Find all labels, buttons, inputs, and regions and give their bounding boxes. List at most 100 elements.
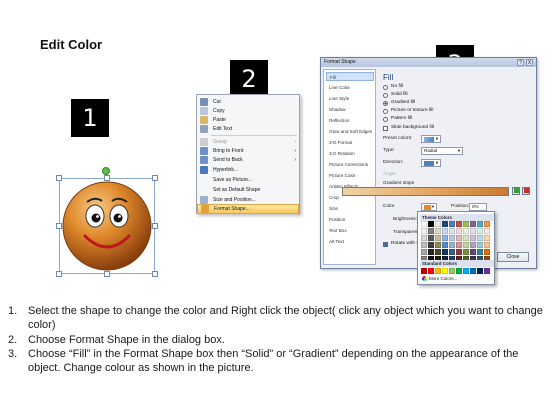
color-swatch[interactable] [470,228,476,234]
rotate-handle[interactable] [102,167,110,175]
color-swatch[interactable] [456,235,462,241]
color-swatch[interactable] [442,249,448,255]
color-swatch[interactable] [428,235,434,241]
nav-item-position[interactable]: Position [326,215,374,224]
more-colors-item[interactable]: More Colors... [422,276,457,281]
nav-item-size[interactable]: Size [326,204,374,213]
menu-item-send-to-back[interactable]: Send to Back › [197,155,299,165]
color-swatch[interactable] [442,228,448,234]
color-swatch[interactable] [456,228,462,234]
nav-item-3d-rotation[interactable]: 3-D Rotation [326,149,374,158]
color-swatch[interactable] [463,268,469,274]
color-swatch[interactable] [449,249,455,255]
type-dropdown[interactable]: Radial ▼ [421,147,463,155]
color-dropdown[interactable]: ▼ [421,203,437,211]
color-swatch[interactable] [470,242,476,248]
position-input[interactable]: 0% [469,203,487,211]
color-swatch[interactable] [477,228,483,234]
menu-item-save-as-picture[interactable]: Save as Picture... [197,175,299,185]
color-swatch[interactable] [435,268,441,274]
smiley-shape[interactable] [61,180,153,272]
nav-item-picture-corrections[interactable]: Picture Corrections [326,160,374,169]
remove-stop-button[interactable] [522,187,530,195]
color-swatch[interactable] [435,235,441,241]
color-swatch[interactable] [449,235,455,241]
color-swatch[interactable] [477,221,483,227]
color-swatch[interactable] [477,242,483,248]
color-swatch[interactable] [428,268,434,274]
radio-gradient-fill[interactable]: Gradient fill [383,99,415,107]
add-stop-button[interactable] [512,187,520,195]
color-swatch[interactable] [449,268,455,274]
menu-item-format-shape[interactable]: Format Shape... [197,204,299,214]
preset-colors-dropdown[interactable]: ▼ [421,135,441,143]
color-swatch[interactable] [470,268,476,274]
color-swatch[interactable] [442,221,448,227]
help-button[interactable]: ? [517,59,524,66]
color-swatch[interactable] [435,221,441,227]
nav-item-reflection[interactable]: Reflection [326,116,374,125]
radio-solid-fill[interactable]: Solid fill [383,91,408,99]
color-swatch[interactable] [477,235,483,241]
nav-item-picture-color[interactable]: Picture Color [326,171,374,180]
color-swatch[interactable] [484,242,490,248]
radio-picture-fill[interactable]: Picture or texture fill [383,107,433,115]
color-swatch[interactable] [463,221,469,227]
color-swatch[interactable] [421,242,427,248]
color-swatch[interactable] [477,249,483,255]
color-swatch[interactable] [421,249,427,255]
color-swatch[interactable] [463,242,469,248]
menu-item-hyperlink[interactable]: Hyperlink... [197,165,299,175]
color-swatch[interactable] [470,235,476,241]
color-swatch[interactable] [449,242,455,248]
dialog-close-icon[interactable]: X [526,59,533,66]
checkbox-slide-background[interactable]: Slide background fill [383,124,434,132]
color-swatch[interactable] [421,268,427,274]
color-swatch[interactable] [456,249,462,255]
color-swatch[interactable] [435,228,441,234]
nav-item-line-color[interactable]: Line Color [326,83,374,92]
dialog-titlebar[interactable]: Format Shape [321,58,536,67]
nav-item-3d-format[interactable]: 3-D Format [326,138,374,147]
nav-item-glow[interactable]: Glow and Soft Edges [326,127,374,136]
color-swatch[interactable] [484,228,490,234]
color-swatch[interactable] [428,221,434,227]
color-swatch[interactable] [449,221,455,227]
color-swatch[interactable] [421,221,427,227]
nav-item-text-box[interactable]: Text Box [326,226,374,235]
menu-item-edit-text[interactable]: Edit Text [197,124,299,134]
color-swatch[interactable] [428,249,434,255]
nav-item-shadow[interactable]: Shadow [326,105,374,114]
color-swatch[interactable] [442,235,448,241]
color-swatch[interactable] [484,235,490,241]
color-swatch[interactable] [484,268,490,274]
color-swatch[interactable] [428,228,434,234]
color-swatch[interactable] [421,228,427,234]
color-swatch[interactable] [428,242,434,248]
color-swatch[interactable] [449,228,455,234]
nav-item-fill[interactable]: Fill [326,72,374,81]
color-swatch[interactable] [470,221,476,227]
color-swatch[interactable] [456,221,462,227]
close-button[interactable]: Close [497,252,529,262]
color-swatch[interactable] [435,242,441,248]
color-swatch[interactable] [484,249,490,255]
color-swatch[interactable] [421,235,427,241]
color-swatch[interactable] [463,228,469,234]
menu-item-set-default-shape[interactable]: Set as Default Shape [197,185,299,195]
radio-no-fill[interactable]: No fill [383,83,403,91]
color-swatch[interactable] [456,268,462,274]
color-swatch[interactable] [484,221,490,227]
direction-dropdown[interactable]: ▼ [421,159,441,167]
color-swatch[interactable] [456,242,462,248]
nav-item-line-style[interactable]: Line Style [326,94,374,103]
color-swatch[interactable] [435,249,441,255]
color-swatch[interactable] [442,242,448,248]
nav-item-alt-text[interactable]: Alt Text [326,237,374,246]
radio-pattern-fill[interactable]: Pattern fill [383,115,412,123]
color-swatch[interactable] [442,268,448,274]
color-swatch[interactable] [477,268,483,274]
color-swatch[interactable] [470,249,476,255]
color-swatch[interactable] [463,249,469,255]
color-swatch[interactable] [463,235,469,241]
